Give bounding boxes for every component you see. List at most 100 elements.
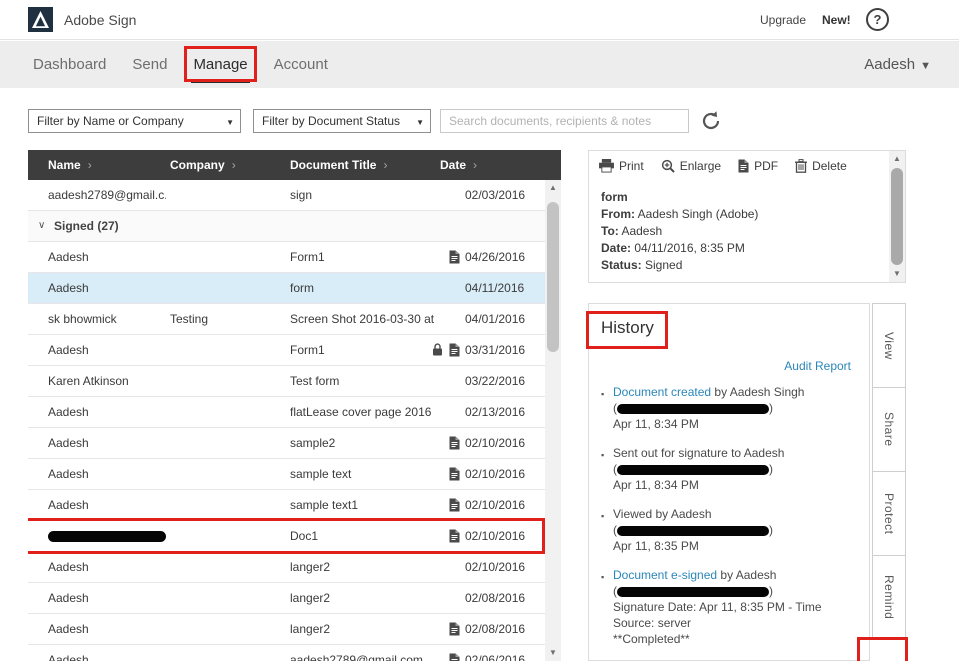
table-row[interactable]: Aadesh sample text 02/10/2016 [28, 459, 545, 490]
new-badge[interactable]: New! [822, 13, 851, 27]
history-event-link[interactable]: Document e-signed [613, 568, 717, 582]
pdf-icon[interactable] [449, 498, 460, 513]
table-row[interactable]: Doc1 02/10/2016 [28, 518, 545, 554]
cell-date: 04/26/2016 [465, 250, 526, 264]
history-event: ▪ Viewed by Aadesh () Apr 11, 8:35 PM [601, 506, 861, 554]
side-tab-share[interactable]: Share [872, 387, 906, 472]
cell-company [170, 521, 286, 551]
nav-tab-send[interactable]: Send [132, 56, 167, 73]
cell-company [170, 645, 286, 661]
pdf-icon[interactable] [449, 343, 460, 358]
field-value: Signed [645, 258, 683, 272]
scrollbar-thumb[interactable] [891, 168, 903, 265]
side-tab-protect[interactable]: Protect [872, 471, 906, 556]
scroll-down-icon[interactable]: ▼ [889, 266, 905, 282]
dropdown-arrow-icon: ▼ [226, 118, 234, 127]
table-row[interactable]: aadesh2789@gmail.c... sign 02/03/2016 [28, 180, 545, 211]
nav-tab-manage[interactable]: Manage [184, 46, 257, 83]
cell-title: Test form [290, 374, 340, 388]
side-tabs: View Share Protect Remind [872, 303, 906, 640]
table-row[interactable]: Aadesh flatLease cover page 2016 02/13/201… [28, 397, 545, 428]
doc-info-line: Date: 04/11/2016, 8:35 PM [601, 240, 758, 257]
cell-company [170, 490, 286, 520]
refresh-icon[interactable] [699, 109, 723, 133]
sort-arrow-icon: › [383, 158, 388, 172]
history-panel: History Audit Report ▪ Document created b… [586, 303, 870, 661]
enlarge-icon [661, 159, 675, 173]
pdf-icon[interactable] [449, 622, 460, 637]
cell-name: Aadesh [48, 343, 89, 357]
enlarge-button[interactable]: Enlarge [661, 159, 721, 173]
lock-icon [432, 343, 443, 358]
print-button[interactable]: Print [599, 159, 644, 173]
table-scrollbar[interactable]: ▲ ▼ [545, 180, 561, 661]
nav-tab-label: Dashboard [33, 56, 107, 73]
scroll-down-icon[interactable]: ▼ [545, 645, 561, 661]
name-company-filter-label: Filter by Name or Company [37, 114, 184, 128]
delete-button[interactable]: Delete [795, 159, 847, 173]
scrollbar-thumb[interactable] [547, 202, 559, 352]
pdf-icon[interactable] [449, 529, 460, 544]
table-row[interactable]: Aadesh langer2 02/08/2016 [28, 614, 545, 645]
table-row[interactable]: Aadesh langer2 02/08/2016 [28, 583, 545, 614]
search-input[interactable] [440, 109, 689, 133]
history-event-link[interactable]: Document created [613, 385, 711, 399]
scroll-up-icon[interactable]: ▲ [545, 180, 561, 196]
table-row[interactable]: Aadesh sample text1 02/10/2016 [28, 490, 545, 521]
pdf-icon[interactable] [449, 436, 460, 451]
cell-name: Aadesh [48, 622, 89, 636]
main-nav: Dashboard Send Manage Account Aadesh ▼ [0, 41, 959, 88]
column-label: Date [440, 158, 467, 172]
document-status-filter-select[interactable]: Filter by Document Status ▼ [253, 109, 431, 133]
table-row[interactable]: Aadesh Form1 03/31/2016 [28, 335, 545, 366]
pdf-icon[interactable] [449, 467, 460, 482]
table-row[interactable]: sk bhowmick Testing Screen Shot 2016-03-30… [28, 304, 545, 335]
nav-tab-label: Manage [193, 56, 248, 73]
cell-date: 02/10/2016 [465, 436, 526, 450]
table-row[interactable]: Aadesh langer2 02/10/2016 [28, 552, 545, 583]
cell-name [48, 521, 166, 551]
detail-toolbar: Print Enlarge PDF Delete [599, 159, 847, 173]
upgrade-link[interactable]: Upgrade [760, 13, 806, 27]
cell-date: 02/08/2016 [465, 591, 526, 605]
dropdown-arrow-icon: ▼ [416, 118, 424, 127]
column-header-company[interactable]: Company › [170, 150, 236, 180]
bullet-icon: ▪ [601, 572, 605, 582]
table-section-signed[interactable]: ∨ Signed (27) [28, 211, 545, 242]
audit-report-link[interactable]: Audit Report [784, 359, 851, 373]
nav-tab-dashboard[interactable]: Dashboard [33, 56, 106, 73]
column-header-date[interactable]: Date › [440, 150, 477, 180]
nav-tab-account[interactable]: Account [274, 56, 328, 73]
history-event-text: Sent out for signature to Aadesh [613, 446, 785, 460]
cell-name: Aadesh [48, 560, 89, 574]
pdf-button[interactable]: PDF [738, 159, 778, 173]
user-menu[interactable]: Aadesh ▼ [864, 56, 931, 73]
table-row[interactable]: Aadesh aadesh2789@gmail.com 02/06/2016 [28, 645, 545, 661]
nav-tab-label: Send [132, 56, 168, 73]
bullet-icon: ▪ [601, 511, 605, 521]
pdf-icon[interactable] [449, 250, 460, 265]
column-header-document-title[interactable]: Document Title › [290, 150, 387, 180]
history-events: ▪ Document created by Aadesh Singh () Apr 1… [601, 384, 861, 660]
table-row[interactable]: Aadesh sample2 02/10/2016 [28, 428, 545, 459]
history-event-detail: Apr 11, 8:34 PM [613, 478, 699, 492]
cell-name: Aadesh [48, 281, 89, 295]
cell-name: sk bhowmick [48, 312, 117, 326]
pdf-icon[interactable] [449, 653, 460, 661]
cell-name: Aadesh [48, 467, 89, 481]
history-event-text: by Aadesh [717, 568, 777, 582]
help-icon[interactable]: ? [866, 8, 889, 31]
scroll-up-icon[interactable]: ▲ [889, 151, 905, 167]
table-row[interactable]: Aadesh form 04/11/2016 [28, 273, 545, 304]
column-header-name[interactable]: Name › [48, 150, 92, 180]
table-row[interactable]: Karen Atkinson Test form 03/22/2016 [28, 366, 545, 397]
name-company-filter-select[interactable]: Filter by Name or Company ▼ [28, 109, 241, 133]
side-tab-view[interactable]: View [872, 303, 906, 388]
detail-scrollbar[interactable]: ▲ ▼ [889, 151, 905, 282]
side-tab-remind[interactable]: Remind [872, 555, 906, 640]
field-label: To: [601, 224, 619, 238]
cell-date: 04/11/2016 [465, 281, 525, 295]
table-row[interactable]: Aadesh Form1 04/26/2016 [28, 242, 545, 273]
table-body: aadesh2789@gmail.c... sign 02/03/2016 ∨ Sign… [28, 180, 545, 661]
tool-label: Delete [812, 159, 847, 173]
